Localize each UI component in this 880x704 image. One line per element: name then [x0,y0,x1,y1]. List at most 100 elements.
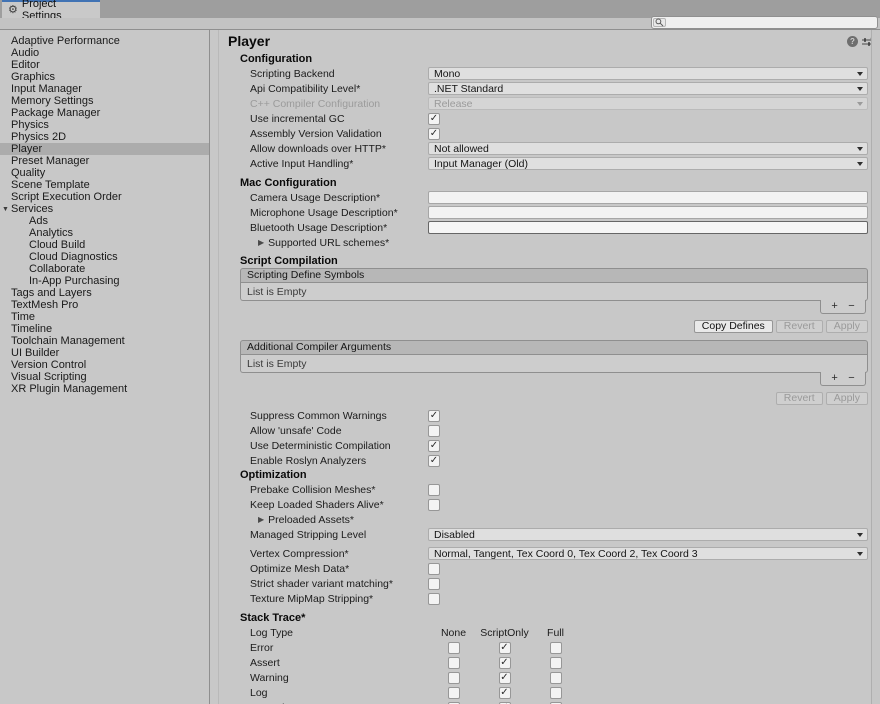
api-compatibility-dropdown[interactable]: .NET Standard [428,82,868,95]
sidebar-item-label: Time [11,311,35,323]
incremental-gc-checkbox[interactable]: ✓ [428,113,440,125]
scripting-backend-dropdown[interactable]: Mono [428,67,868,80]
sidebar-item[interactable]: Player [0,143,209,155]
apply-button[interactable]: Apply [826,392,868,405]
help-icon[interactable]: ? [847,36,858,47]
remove-button[interactable]: − [848,301,854,312]
texture-mipmap-stripping-checkbox[interactable] [428,593,440,605]
sidebar-item[interactable]: Memory Settings [0,95,209,107]
prebake-collision-meshes-checkbox[interactable] [428,484,440,496]
revert-button[interactable]: Revert [776,320,823,333]
deterministic-compilation-checkbox[interactable]: ✓ [428,440,440,452]
page-header: Player ? [211,30,880,52]
sidebar-item[interactable]: In-App Purchasing [0,275,209,287]
warning-full-checkbox[interactable] [550,672,562,684]
sidebar-item[interactable]: Package Manager [0,107,209,119]
error-scriptonly-checkbox[interactable]: ✓ [499,642,511,654]
sidebar-item-label: Memory Settings [11,95,94,107]
sidebar-item[interactable]: Collaborate [0,263,209,275]
sidebar-item[interactable]: Editor [0,59,209,71]
log-none-checkbox[interactable] [448,687,460,699]
sidebar-item-label: UI Builder [11,347,59,359]
search-field[interactable] [651,16,878,29]
strict-shader-variant-checkbox[interactable] [428,578,440,590]
sidebar-item[interactable]: Visual Scripting [0,371,209,383]
texture-mipmap-stripping-row: Texture MipMap Stripping* [240,591,868,606]
sidebar-item[interactable]: Ads [0,215,209,227]
sidebar-item[interactable]: Scene Template [0,179,209,191]
search-input[interactable] [666,17,877,28]
sidebar-item[interactable]: Toolchain Management [0,335,209,347]
sidebar-item[interactable]: TextMesh Pro [0,299,209,311]
copy-defines-button[interactable]: Copy Defines [694,320,773,333]
sidebar-item[interactable]: Graphics [0,71,209,83]
stacktrace-exception-row: Exception ✓ [240,700,868,704]
vertical-scrollbar[interactable] [871,30,880,704]
assert-full-checkbox[interactable] [550,657,562,669]
vertex-compression-dropdown[interactable]: Normal, Tangent, Tex Coord 0, Tex Coord … [428,547,868,560]
bluetooth-usage-row: Bluetooth Usage Description* [240,220,868,235]
search-icon [653,18,666,27]
allow-http-dropdown[interactable]: Not allowed [428,142,868,155]
suppress-common-warnings-checkbox[interactable]: ✓ [428,410,440,422]
sidebar-item[interactable]: Script Execution Order [0,191,209,203]
column-full: Full [530,627,581,639]
sidebar-item[interactable]: Preset Manager [0,155,209,167]
assembly-version-validation-checkbox[interactable]: ✓ [428,128,440,140]
apply-button[interactable]: Apply [826,320,868,333]
warning-none-checkbox[interactable] [448,672,460,684]
preloaded-assets-foldout[interactable]: ▶ Preloaded Assets* [240,512,868,527]
optimize-mesh-data-checkbox[interactable] [428,563,440,575]
error-none-checkbox[interactable] [448,642,460,654]
sidebar-item[interactable]: Version Control [0,359,209,371]
sidebar-item[interactable]: Timeline [0,323,209,335]
sidebar-item[interactable]: ▼ Services [0,203,209,215]
sidebar-item[interactable]: Cloud Build [0,239,209,251]
managed-stripping-dropdown[interactable]: Disabled [428,528,868,541]
list-add-remove-controls: + − [820,372,866,386]
warning-scriptonly-checkbox[interactable]: ✓ [499,672,511,684]
error-full-checkbox[interactable] [550,642,562,654]
tab-project-settings[interactable]: ⚙ Project Settings [2,0,100,18]
roslyn-analyzers-checkbox[interactable]: ✓ [428,455,440,467]
sidebar-item-label: Toolchain Management [11,335,125,347]
revert-button[interactable]: Revert [776,392,823,405]
microphone-usage-input[interactable] [428,206,868,219]
bluetooth-usage-input[interactable] [428,221,868,234]
sidebar-item[interactable]: Audio [0,47,209,59]
add-button[interactable]: + [831,301,837,312]
camera-usage-input[interactable] [428,191,868,204]
sidebar-item-label: Physics [11,119,49,131]
log-full-checkbox[interactable] [550,687,562,699]
sidebar-item-label: Visual Scripting [11,371,87,383]
assert-none-checkbox[interactable] [448,657,460,669]
stacktrace-assert-row: Assert ✓ [240,655,868,670]
sidebar-item[interactable]: XR Plugin Management [0,383,209,395]
sidebar-item[interactable]: Time [0,311,209,323]
active-input-handling-dropdown[interactable]: Input Manager (Old) [428,157,868,170]
sidebar-item[interactable]: UI Builder [0,347,209,359]
section-optimization: Optimization [240,468,868,482]
incremental-gc-row: Use incremental GC ✓ [240,111,868,126]
allow-unsafe-code-checkbox[interactable] [428,425,440,437]
add-button[interactable]: + [831,373,837,384]
scripting-define-symbols-list: Scripting Define Symbols List is Empty +… [240,268,868,314]
sidebar-item[interactable]: Physics [0,119,209,131]
optimize-mesh-data-row: Optimize Mesh Data* [240,561,868,576]
sidebar-item[interactable]: Physics 2D [0,131,209,143]
sidebar-item[interactable]: Input Manager [0,83,209,95]
allow-http-row: Allow downloads over HTTP* Not allowed [240,141,868,156]
keep-loaded-shaders-checkbox[interactable] [428,499,440,511]
sidebar-item-label: Script Execution Order [11,191,122,203]
sidebar-item[interactable]: Analytics [0,227,209,239]
sidebar-item[interactable]: Quality [0,167,209,179]
dropdown-arrow-icon [857,72,863,76]
log-scriptonly-checkbox[interactable]: ✓ [499,687,511,699]
supported-url-schemes-foldout[interactable]: ▶ Supported URL schemes* [240,235,868,250]
dropdown-arrow-icon [857,533,863,537]
sidebar-item[interactable]: Tags and Layers [0,287,209,299]
sidebar-item[interactable]: Adaptive Performance [0,35,209,47]
remove-button[interactable]: − [848,373,854,384]
assert-scriptonly-checkbox[interactable]: ✓ [499,657,511,669]
sidebar-item[interactable]: Cloud Diagnostics [0,251,209,263]
